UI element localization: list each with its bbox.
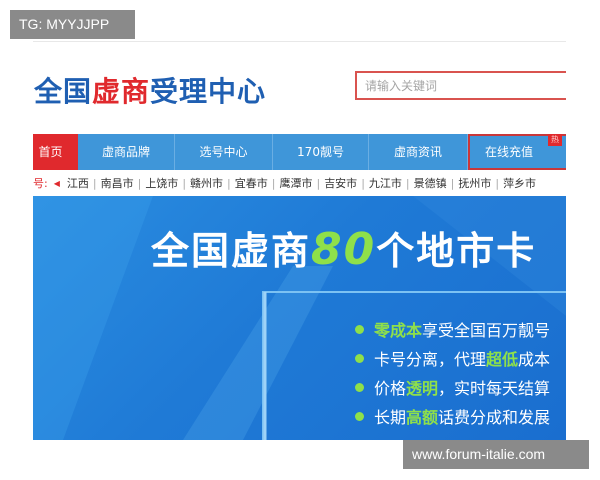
feature-list: 零成本享受全国百万靓号 卡号分离，代理超低成本 价格透明，实时每天结算 长期高额… xyxy=(355,316,550,432)
site-logo[interactable]: 全国虚商受理中心 xyxy=(34,74,266,110)
feature-text: 话费分成和发展 xyxy=(438,408,551,427)
nav-news[interactable]: 虚商资讯 xyxy=(369,134,468,170)
nav-170-numbers[interactable]: 170靓号 xyxy=(273,134,369,170)
city-link[interactable]: 九江市 xyxy=(365,175,406,191)
feature-text: 享受全国百万靓号 xyxy=(422,321,551,340)
city-link[interactable]: 江西 xyxy=(63,175,93,191)
feature-highlight: 透明 xyxy=(406,379,439,398)
bullet-dot-icon xyxy=(355,325,364,334)
city-bar: 号: ◀ 江西 | 南昌市 | 上饶市 | 赣州市 | 宜春市 | 鹰潭市 | 吉安市 | 九… xyxy=(33,172,566,194)
feature-item: 零成本享受全国百万靓号 xyxy=(355,316,550,345)
main-nav: 首页 虚商品牌 选号中心 170靓号 虚商资讯 在线充值 xyxy=(33,134,566,170)
page: TG: MYYJJPP 全国虚商受理中心 首页 虚商品牌 选号中心 170靓号 … xyxy=(0,0,600,480)
logo-text-part3: 受理中心 xyxy=(150,75,267,108)
bullet-dot-icon xyxy=(355,354,364,363)
city-link[interactable]: 抚州市 xyxy=(454,175,495,191)
feature-highlight: 零成本 xyxy=(374,321,423,340)
promo-banner[interactable]: 全国虚商80个地市卡 零成本享受全国百万靓号 卡号分离，代理超低成本 价格透明，… xyxy=(33,196,566,440)
city-link[interactable]: 南昌市 xyxy=(97,175,138,191)
search-input[interactable] xyxy=(357,73,566,98)
headline-text-b: 个地市卡 xyxy=(376,229,537,273)
hot-badge: 热 xyxy=(548,134,562,146)
top-divider xyxy=(33,41,566,42)
banner-headline: 全国虚商80个地市卡 xyxy=(151,224,536,276)
feature-highlight: 高额 xyxy=(406,408,439,427)
nav-home[interactable]: 首页 xyxy=(33,134,78,170)
city-link[interactable]: 吉安市 xyxy=(320,175,361,191)
city-link[interactable]: 鹰潭市 xyxy=(275,175,316,191)
feature-lead: 价格 xyxy=(374,379,407,398)
search-box xyxy=(355,71,566,100)
city-link[interactable]: 宜春市 xyxy=(231,175,272,191)
city-link[interactable]: 景德镇 xyxy=(410,175,451,191)
city-link[interactable]: 赣州市 xyxy=(186,175,227,191)
city-link[interactable]: 上饶市 xyxy=(141,175,182,191)
feature-item: 长期高额话费分成和发展 xyxy=(355,403,550,432)
nav-brands[interactable]: 虚商品牌 xyxy=(78,134,175,170)
feature-text: ，实时每天结算 xyxy=(438,379,551,398)
feature-lead: 卡号分离，代理 xyxy=(374,350,487,369)
feature-item: 价格透明，实时每天结算 xyxy=(355,374,550,403)
site-watermark: www.forum-italie.com xyxy=(403,440,589,469)
logo-text-part1: 全国 xyxy=(34,75,93,108)
headline-text-a: 全国虚商 xyxy=(151,229,312,273)
feature-item: 卡号分离，代理超低成本 xyxy=(355,345,550,374)
headline-number: 80 xyxy=(311,224,377,275)
feature-highlight: 超低 xyxy=(486,350,519,369)
bullet-dot-icon xyxy=(355,412,364,421)
feature-text: 成本 xyxy=(518,350,551,369)
bullet-dot-icon xyxy=(355,383,364,392)
feature-lead: 长期 xyxy=(374,408,407,427)
logo-text-part2: 虚商 xyxy=(92,75,151,108)
arrow-left-icon[interactable]: ◀ xyxy=(54,179,60,188)
city-bar-prefix: 号: xyxy=(33,177,48,190)
city-link[interactable]: 萍乡市 xyxy=(499,175,540,191)
nav-number-select[interactable]: 选号中心 xyxy=(175,134,273,170)
telegram-tag: TG: MYYJJPP xyxy=(10,10,135,39)
